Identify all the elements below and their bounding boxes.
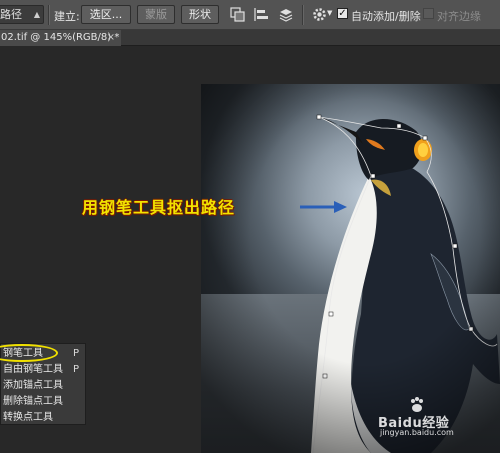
menu-item-add-anchor-point-tool[interactable]: 添加锚点工具 — [1, 378, 85, 394]
path-arrangement-icon[interactable] — [277, 6, 294, 23]
divider — [302, 5, 304, 25]
align-edges-checkbox[interactable] — [423, 8, 434, 19]
annotation-arrow-icon — [300, 201, 347, 213]
document-tab-bar: 02.tif @ 145%(RGB/8) * × — [0, 30, 500, 46]
menu-item-shortcut: P — [73, 364, 80, 375]
menu-item-freeform-pen-tool[interactable]: 自由钢笔工具 P — [1, 362, 85, 378]
gear-icon[interactable] — [311, 6, 328, 23]
menu-item-label: 转换点工具 — [3, 412, 53, 423]
menu-item-label: 添加锚点工具 — [3, 380, 63, 391]
gear-dropdown-arrow-icon[interactable]: ▼ — [327, 9, 332, 17]
menu-item-shortcut: P — [73, 348, 80, 359]
auto-add-delete-label: 自动添加/删除 — [351, 10, 421, 23]
watermark-url: jingyan.baidu.com — [380, 428, 454, 437]
photo-vignette — [201, 84, 500, 453]
document-tab-title: 02.tif @ 145%(RGB/8) * — [1, 32, 120, 43]
align-edges-label: 对齐边缘 — [437, 10, 481, 23]
divider — [48, 5, 50, 25]
path-alignment-icon[interactable] — [253, 6, 270, 23]
auto-add-delete-checkbox[interactable]: ✓ — [337, 8, 348, 19]
close-icon[interactable]: × — [107, 30, 115, 45]
menu-item-label: 删除锚点工具 — [3, 396, 63, 407]
annotation-text: 用钢笔工具抠出路径 — [82, 198, 236, 217]
mode-value: 路径 — [0, 8, 22, 21]
menu-item-convert-point-tool[interactable]: 转换点工具 — [1, 410, 85, 426]
make-label: 建立: — [54, 10, 80, 23]
menu-item-delete-anchor-point-tool[interactable]: 删除锚点工具 — [1, 394, 85, 410]
selection-button[interactable]: 选区... — [81, 5, 131, 24]
mode-dropdown[interactable]: 路径 ▲ — [0, 5, 44, 24]
path-operations-icon[interactable] — [229, 6, 246, 23]
document-tab[interactable]: 02.tif @ 145%(RGB/8) * × — [0, 30, 121, 46]
dropdown-arrow-icon: ▲ — [33, 10, 40, 19]
shape-button[interactable]: 形状 — [181, 5, 219, 24]
mask-button[interactable]: 蒙版 — [137, 5, 175, 24]
options-bar: 路径 ▲ 建立: 选区... 蒙版 形状 ▼ ✓ 自动添加/删除 对齐边缘 — [0, 0, 500, 30]
menu-item-label: 自由钢笔工具 — [3, 364, 63, 375]
penguin-photo[interactable] — [201, 84, 500, 453]
